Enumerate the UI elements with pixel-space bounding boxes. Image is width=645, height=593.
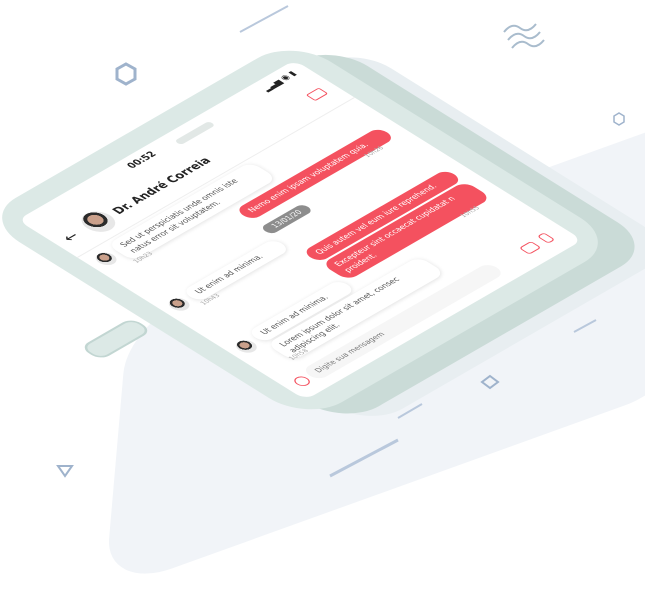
message-avatar bbox=[91, 249, 121, 268]
camera-icon[interactable] bbox=[518, 241, 542, 255]
home-button[interactable] bbox=[79, 317, 153, 361]
microphone-icon[interactable] bbox=[536, 232, 556, 244]
message-avatar bbox=[164, 295, 194, 314]
message-avatar bbox=[231, 337, 261, 356]
message-bubble: Ut enim ad minima. bbox=[181, 238, 291, 303]
video-call-icon[interactable] bbox=[305, 87, 329, 102]
back-arrow-icon[interactable]: ← bbox=[59, 230, 85, 245]
phone-mockup: 00:52 ▂▃▅ ◉ ▮ ← Dr. André Correia Sed ut… bbox=[0, 0, 645, 490]
attach-icon[interactable] bbox=[291, 374, 314, 388]
